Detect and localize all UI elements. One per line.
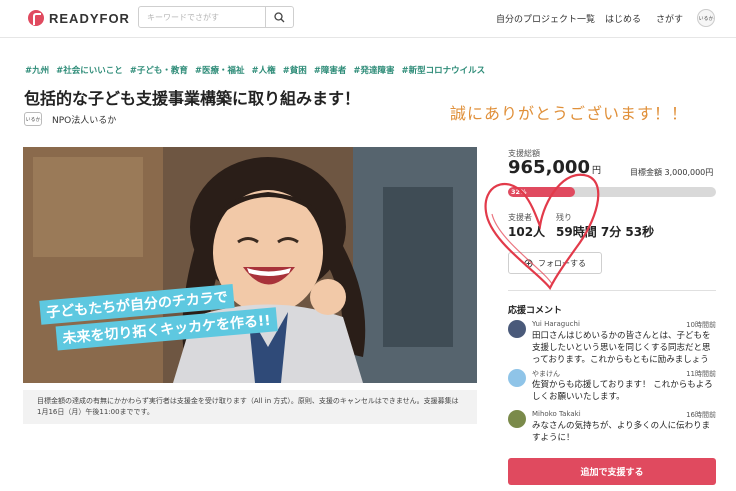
commenter-name: Yui Haraguchi	[532, 320, 580, 328]
commenter-avatar	[508, 410, 526, 428]
tag-item[interactable]: #子ども・教育	[130, 64, 188, 76]
supporters-value: 102人	[508, 225, 546, 239]
commenter-name: Mihoko Takaki	[532, 410, 581, 418]
comment-time: 16時間前	[686, 411, 716, 419]
tag-item[interactable]: #医療・福祉	[195, 64, 245, 76]
follow-button[interactable]: フォローする	[508, 252, 602, 274]
nav-start[interactable]: はじめる	[605, 12, 641, 25]
search-box	[138, 6, 294, 28]
nav-search[interactable]: さがす	[656, 12, 683, 25]
search-icon	[274, 11, 285, 22]
remaining-value: 59時間 7分 53秒	[556, 225, 655, 239]
funding-notice: 目標金額の達成の有無にかかわらず実行者は支援金を受け取ります（All in 方式…	[23, 390, 477, 424]
nav-my-projects[interactable]: 自分のプロジェクト一覧	[496, 12, 595, 25]
commenter-name: やまけん	[532, 370, 560, 378]
org-name: NPO法人いるか	[52, 115, 117, 126]
handwritten-thanks: 誠にありがとうございます！！	[450, 104, 689, 123]
comment-item[interactable]: Mihoko Takaki 16時間前 みなさんの気持ちが、より多くの人に伝わり…	[508, 410, 716, 446]
tag-item[interactable]: #貧困	[283, 64, 307, 76]
logo-text: READYFOR	[49, 10, 130, 26]
comment-time: 11時間前	[686, 370, 716, 378]
project-main-image: 子どもたちが自分のチカラで 未来を切り拓くキッカケを作る!!	[23, 147, 477, 383]
follow-label: フォローする	[538, 258, 586, 268]
additional-support-button[interactable]: 追加で支援する	[508, 458, 716, 485]
total-support-amount: 965,000 円	[508, 157, 601, 178]
commenter-avatar	[508, 320, 526, 338]
comment-text: 佐賀からも応援しております！ これからもよろしくお願いいたします。	[532, 380, 713, 402]
hero-illustration	[23, 147, 477, 383]
site-header: READYFOR 自分のプロジェクト一覧 はじめる さがす いるか	[0, 0, 736, 38]
tag-item[interactable]: #障害者	[314, 64, 347, 76]
comment-item[interactable]: やまけん 11時間前 佐賀からも応援しております！ これからもよろしくお願いいた…	[508, 369, 716, 405]
comment-time: 10時間前	[686, 321, 716, 329]
amount-value: 965,000	[508, 157, 590, 178]
comment-text: みなさんの気持ちが、より多くの人に伝わりますように！	[532, 421, 711, 443]
amount-unit: 円	[591, 166, 601, 176]
tag-item[interactable]: #人権	[252, 64, 276, 76]
remaining-label: 残り	[556, 213, 572, 222]
search-button[interactable]	[265, 7, 293, 27]
follow-icon	[524, 258, 533, 268]
tag-item[interactable]: #社会にいいこと	[56, 64, 123, 76]
project-title: 包括的な子ども支援事業構築に取り組みます！	[24, 89, 361, 108]
progress-percent: 32%	[511, 188, 527, 196]
goal-amount: 目標金額 3,000,000円	[630, 168, 714, 177]
tag-item[interactable]: #新型コロナウイルス	[402, 64, 486, 76]
supporters-label: 支援者	[508, 213, 532, 222]
tag-item[interactable]: #発達障害	[353, 64, 394, 76]
commenter-avatar	[508, 369, 526, 387]
readyfor-logo[interactable]: READYFOR	[28, 10, 130, 26]
user-avatar-text: いるか	[698, 15, 714, 22]
organization[interactable]: いるか NPO法人いるか	[24, 112, 116, 126]
org-logo: いるか	[24, 112, 42, 126]
progress-bar	[508, 187, 716, 197]
comment-item[interactable]: Yui Haraguchi 10時間前 田口さんはじめいるかの皆さんとは、子ども…	[508, 320, 716, 365]
search-input[interactable]	[139, 7, 266, 27]
tag-item[interactable]: #九州	[25, 64, 49, 76]
section-divider	[508, 290, 716, 291]
org-logo-text: いるか	[25, 116, 41, 123]
user-avatar[interactable]: いるか	[697, 9, 715, 27]
logo-mark-icon	[28, 10, 44, 26]
comment-text: 田口さんはじめいるかの皆さんとは、子どもを支援したいという思いを同じくする同志だ…	[532, 331, 711, 365]
tag-list: #九州 #社会にいいこと #子ども・教育 #医療・福祉 #人権 #貧困 #障害者…	[25, 64, 485, 76]
comments-title: 応援コメント	[508, 306, 563, 316]
